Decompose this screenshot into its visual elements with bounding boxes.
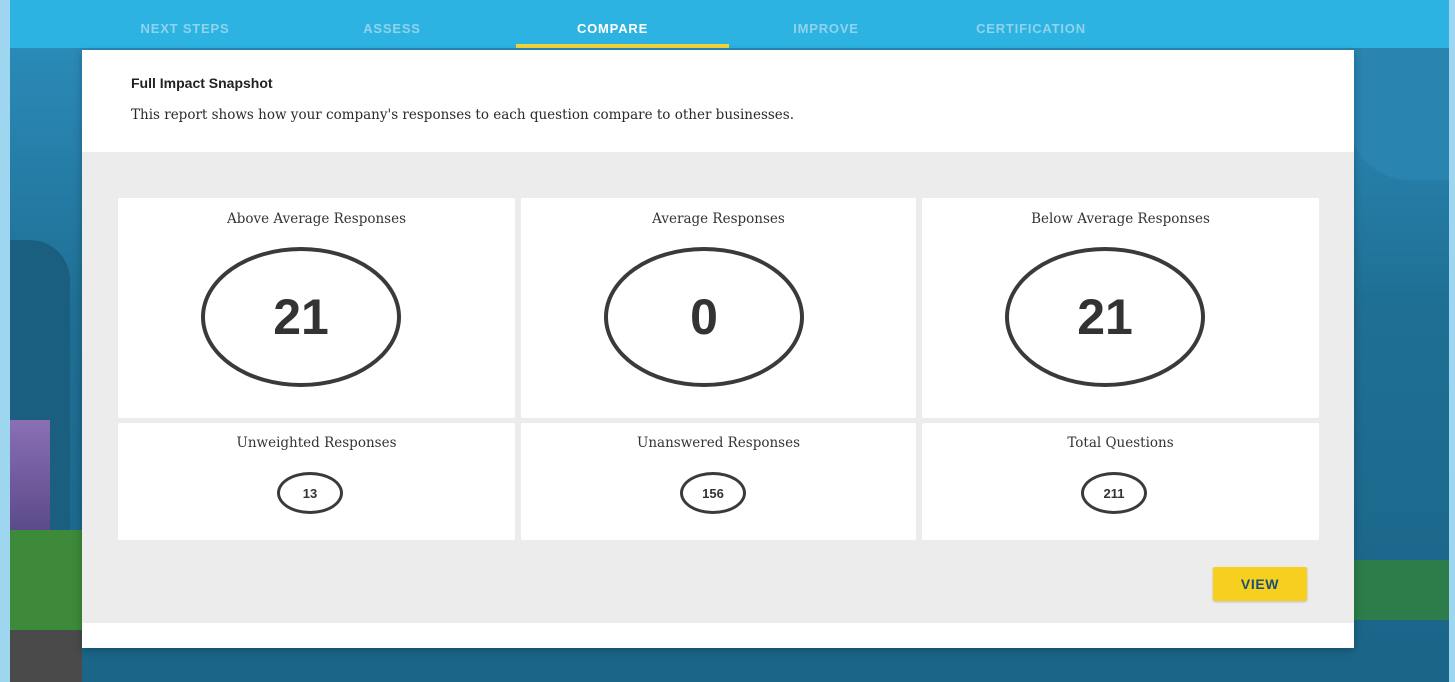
background-tree [1349,40,1449,180]
stat-label: Total Questions [1067,435,1174,451]
stat-ring: 21 [201,247,401,387]
stat-value: 211 [1103,485,1125,501]
stat-unweighted: Unweighted Responses 13 [118,423,515,540]
tab-compare[interactable]: COMPARE [506,0,719,48]
stat-total-questions: Total Questions 211 [922,423,1319,540]
stat-label: Unanswered Responses [636,435,801,451]
background-road [10,630,82,682]
report-description: This report shows how your company's res… [131,107,795,123]
stat-ring: 156 [680,472,746,514]
tab-improve[interactable]: IMPROVE [776,0,876,48]
background-house [10,420,50,530]
stat-below-average: Below Average Responses 21 [922,198,1319,418]
view-button[interactable]: VIEW [1213,567,1307,601]
background-grass-left [10,530,82,630]
tab-certification[interactable]: CERTIFICATION [956,0,1106,48]
frame-right [1449,0,1455,682]
stat-value: 156 [702,485,724,501]
background-grass-right [1349,560,1449,620]
stat-label: Above Average Responses [226,211,407,227]
stat-ring: 13 [277,472,343,514]
stat-ring: 0 [604,247,804,387]
stat-above-average: Above Average Responses 21 [118,198,515,418]
stat-value: 21 [1077,289,1133,345]
stat-label: Unweighted Responses [236,435,397,451]
frame-left [0,0,10,682]
stats-panel: Above Average Responses 21 Average Respo… [82,152,1354,623]
impact-snapshot-card: Full Impact Snapshot This report shows h… [82,50,1354,648]
stat-ring: 211 [1081,472,1147,514]
stat-ring: 21 [1005,247,1205,387]
stat-value: 21 [273,289,329,345]
stat-average: Average Responses 0 [521,198,916,418]
stat-label: Average Responses [652,211,785,227]
tab-next-steps[interactable]: NEXT STEPS [120,0,250,48]
active-tab-indicator [516,44,729,48]
stat-unanswered: Unanswered Responses 156 [521,423,916,540]
stat-label: Below Average Responses [1031,211,1210,227]
stat-value: 0 [690,289,718,345]
tab-assess[interactable]: ASSESS [342,0,442,48]
top-navigation: NEXT STEPS ASSESS COMPARE IMPROVE CERTIF… [10,0,1449,48]
stat-value: 13 [302,485,318,501]
report-title: Full Impact Snapshot [131,75,273,91]
